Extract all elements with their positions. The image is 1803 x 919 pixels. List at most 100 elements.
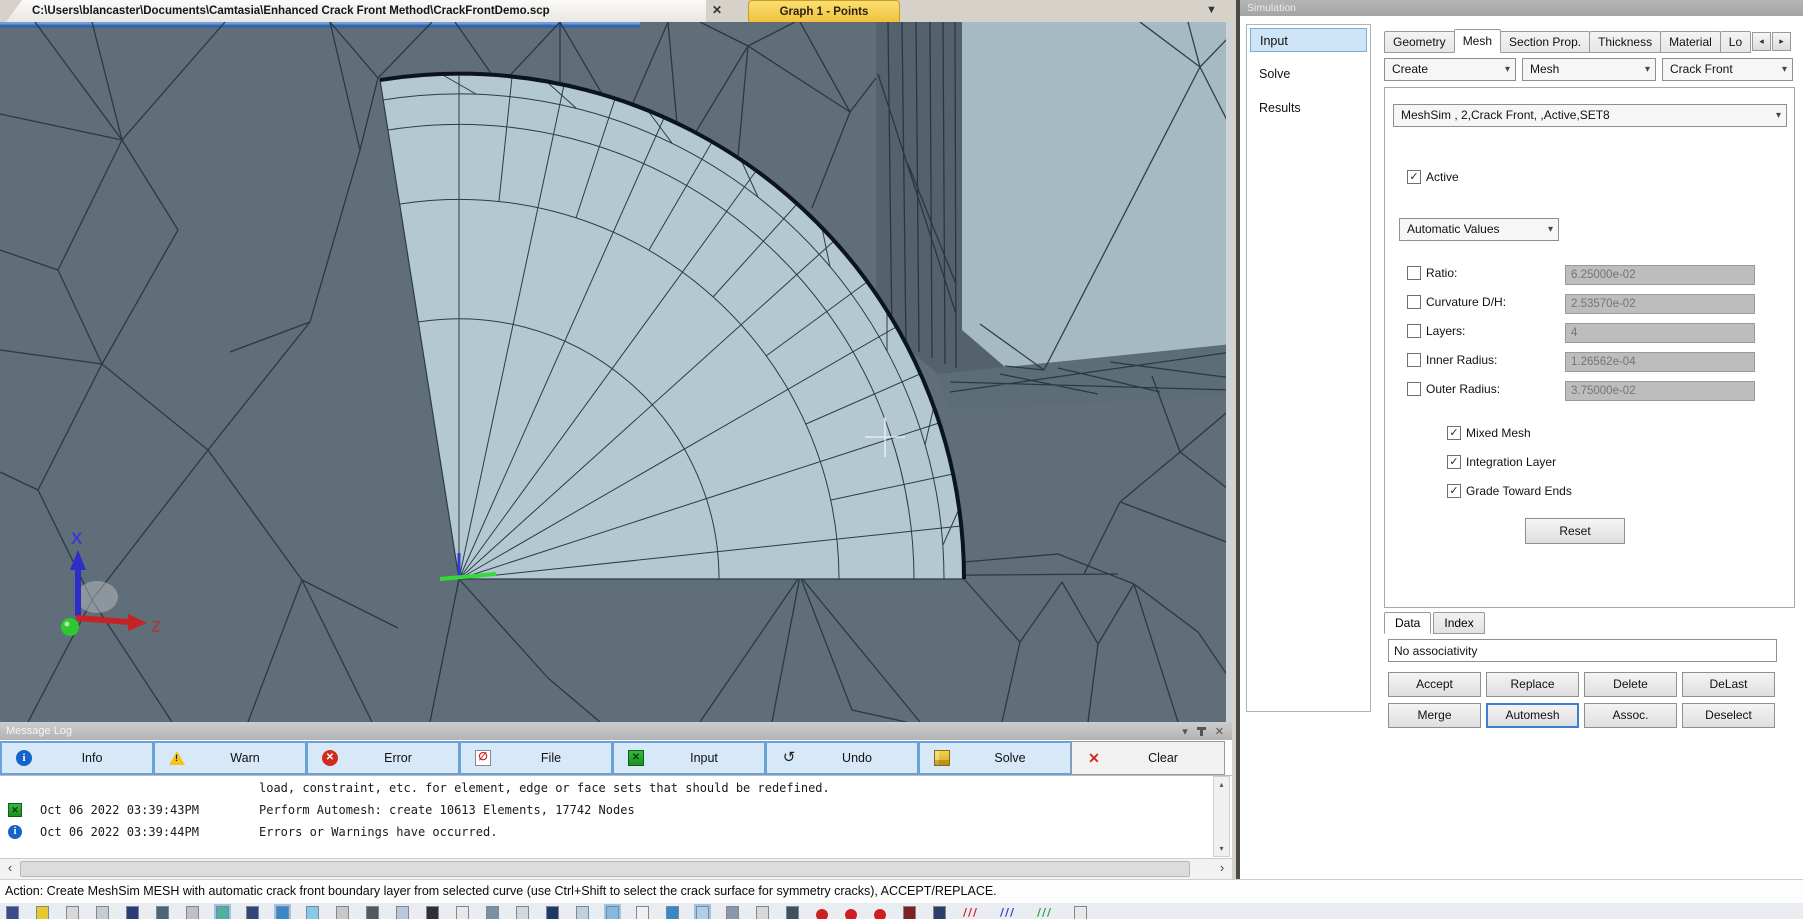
- delete-button[interactable]: Delete: [1584, 672, 1677, 697]
- model-viewport[interactable]: X Z: [0, 22, 1232, 722]
- toolbar-icon[interactable]: [456, 906, 469, 919]
- toolbar-icon[interactable]: [903, 906, 916, 919]
- nav-item-solve[interactable]: Solve: [1250, 62, 1367, 86]
- delast-button[interactable]: DeLast: [1682, 672, 1775, 697]
- log-close-icon[interactable]: ✕: [1215, 725, 1224, 738]
- toolbar-icon[interactable]: [246, 906, 259, 919]
- action-dropdown[interactable]: Create ▾: [1384, 58, 1516, 81]
- tab-geometry[interactable]: Geometry: [1384, 31, 1455, 53]
- toolbar-icon[interactable]: [216, 906, 229, 919]
- tab-scroll-right-icon[interactable]: ▸: [1772, 32, 1791, 51]
- deselect-button[interactable]: Deselect: [1682, 703, 1775, 728]
- close-icon[interactable]: ✕: [712, 3, 722, 17]
- toolbar-icon[interactable]: [66, 906, 79, 919]
- pin-icon[interactable]: [1200, 727, 1203, 736]
- log-filter-file-button[interactable]: ∅ File: [459, 741, 613, 775]
- toolbar-icon[interactable]: [786, 906, 799, 919]
- toolbar-icon[interactable]: ///: [1000, 906, 1020, 919]
- toolbar-icon[interactable]: [845, 909, 857, 919]
- tab-loads[interactable]: Lo: [1720, 31, 1751, 53]
- grade-toward-ends-checkbox[interactable]: ✓: [1447, 484, 1461, 498]
- merge-button[interactable]: Merge: [1388, 703, 1481, 728]
- log-clear-button[interactable]: ✕ Clear: [1071, 741, 1225, 775]
- toolbar-icon[interactable]: ///: [1037, 906, 1057, 919]
- scrollbar-thumb[interactable]: [20, 861, 1190, 877]
- log-solve-button[interactable]: Solve: [918, 741, 1072, 775]
- outer-radius-checkbox[interactable]: [1407, 382, 1421, 396]
- integration-layer-row: ✓ Integration Layer: [1447, 455, 1556, 469]
- mixed-mesh-checkbox[interactable]: ✓: [1447, 426, 1461, 440]
- log-filter-error-button[interactable]: ✕ Error: [306, 741, 460, 775]
- toolbar-icon[interactable]: ///: [963, 906, 983, 919]
- toolbar-icon[interactable]: [756, 906, 769, 919]
- scroll-up-icon[interactable]: ▴: [1214, 777, 1229, 792]
- toolbar-icon[interactable]: [306, 906, 319, 919]
- curvature-checkbox[interactable]: [1407, 295, 1421, 309]
- accept-button[interactable]: Accept: [1388, 672, 1481, 697]
- toolbar-icon[interactable]: [276, 906, 289, 919]
- tab-thickness[interactable]: Thickness: [1589, 31, 1661, 53]
- associativity-field[interactable]: [1388, 639, 1777, 662]
- automesh-button[interactable]: Automesh: [1486, 703, 1579, 728]
- nav-item-results[interactable]: Results: [1250, 96, 1367, 120]
- toolbar-icon[interactable]: [636, 906, 649, 919]
- toolbar-icon[interactable]: [516, 906, 529, 919]
- active-view-strip: [0, 22, 640, 25]
- toolbar-icon[interactable]: [546, 906, 559, 919]
- tab-section-prop[interactable]: Section Prop.: [1500, 31, 1590, 53]
- log-filter-info-button[interactable]: i Info: [0, 741, 154, 775]
- toolbar-icon[interactable]: [426, 906, 439, 919]
- tab-material[interactable]: Material: [1660, 31, 1721, 53]
- toolbar-icon[interactable]: [1074, 906, 1087, 919]
- toolbar-icon[interactable]: [6, 906, 19, 919]
- toolbar-icon[interactable]: [36, 906, 49, 919]
- method-dropdown[interactable]: Crack Front ▾: [1662, 58, 1793, 81]
- toolbar-icon[interactable]: [366, 906, 379, 919]
- scroll-down-icon[interactable]: ▾: [1214, 841, 1229, 856]
- integration-layer-checkbox[interactable]: ✓: [1447, 455, 1461, 469]
- tab-list-dropdown-icon[interactable]: ▼: [1206, 4, 1217, 16]
- toolbar-icon[interactable]: [156, 906, 169, 919]
- toolbar-icon[interactable]: [816, 909, 828, 919]
- reset-button[interactable]: Reset: [1525, 518, 1625, 544]
- mesh-set-dropdown[interactable]: MeshSim , 2,Crack Front, ,Active,SET8 ▾: [1393, 104, 1787, 127]
- log-undo-button[interactable]: ↺ Undo: [765, 741, 919, 775]
- toolbar-icon[interactable]: [396, 906, 409, 919]
- log-filter-input-button[interactable]: ✕ Input: [612, 741, 766, 775]
- viewport-canvas[interactable]: X Z: [0, 22, 1232, 722]
- scroll-left-icon[interactable]: ‹: [2, 861, 18, 877]
- toolbar-icon[interactable]: [874, 909, 886, 919]
- entity-dropdown[interactable]: Mesh ▾: [1522, 58, 1656, 81]
- active-checkbox[interactable]: ✓: [1407, 170, 1421, 184]
- toolbar-icon[interactable]: [933, 906, 946, 919]
- toolbar-icon[interactable]: [726, 906, 739, 919]
- toolbar-icon[interactable]: [576, 906, 589, 919]
- log-filter-warn-button[interactable]: ! Warn: [153, 741, 307, 775]
- log-collapse-icon[interactable]: ▾: [1182, 725, 1188, 738]
- tab-index[interactable]: Index: [1433, 612, 1484, 634]
- toolbar-icon[interactable]: [486, 906, 499, 919]
- replace-button[interactable]: Replace: [1486, 672, 1579, 697]
- tab-mesh[interactable]: Mesh: [1454, 29, 1501, 53]
- toolbar-icon[interactable]: [96, 906, 109, 919]
- toolbar-icon[interactable]: [666, 906, 679, 919]
- values-mode-dropdown[interactable]: Automatic Values ▾: [1399, 218, 1559, 241]
- log-horizontal-scrollbar[interactable]: ‹ ›: [0, 858, 1232, 879]
- file-tab[interactable]: C:\Users\blancaster\Documents\Camtasia\E…: [6, 0, 706, 22]
- assoc-button[interactable]: Assoc.: [1584, 703, 1677, 728]
- toolbar-icon[interactable]: [696, 906, 709, 919]
- nav-item-input[interactable]: Input: [1250, 28, 1367, 52]
- tab-scroll-left-icon[interactable]: ◂: [1752, 32, 1771, 51]
- toolbar-icon[interactable]: [336, 906, 349, 919]
- tab-data[interactable]: Data: [1384, 612, 1431, 634]
- scroll-right-icon[interactable]: ›: [1214, 861, 1230, 877]
- toolbar-icon[interactable]: [606, 906, 619, 919]
- ratio-checkbox[interactable]: [1407, 266, 1421, 280]
- toolbar-icon[interactable]: [126, 906, 139, 919]
- input-icon: ✕: [8, 803, 22, 817]
- inner-radius-checkbox[interactable]: [1407, 353, 1421, 367]
- layers-checkbox[interactable]: [1407, 324, 1421, 338]
- toolbar-icon[interactable]: [186, 906, 199, 919]
- log-vertical-scrollbar[interactable]: ▴ ▾: [1213, 776, 1230, 857]
- graph-tab[interactable]: Graph 1 - Points: [748, 0, 900, 22]
